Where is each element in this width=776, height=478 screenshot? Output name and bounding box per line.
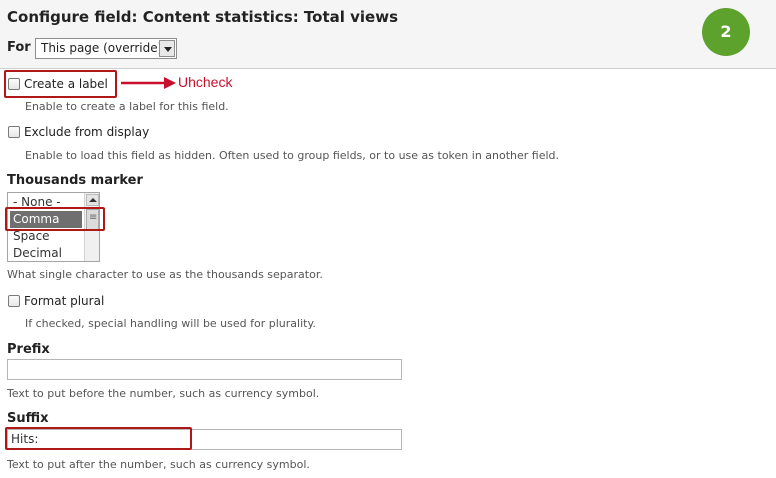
prefix-label: Prefix <box>7 342 50 357</box>
annotation-arrow-icon <box>121 77 176 89</box>
format-plural-label[interactable]: Format plural <box>24 294 104 308</box>
step-badge: 2 <box>702 8 750 56</box>
chevron-down-icon[interactable] <box>159 40 175 57</box>
highlight-comma-option <box>5 207 105 231</box>
thousands-label: Thousands marker <box>7 173 143 188</box>
exclude-description: Enable to load this field as hidden. Oft… <box>25 149 560 162</box>
format-plural-checkbox[interactable] <box>8 295 20 307</box>
thousands-option[interactable]: Decimal <box>10 245 82 261</box>
page-title: Configure field: Content statistics: Tot… <box>7 8 399 26</box>
highlight-create-label <box>4 70 117 98</box>
prefix-description: Text to put before the number, such as c… <box>7 387 320 400</box>
suffix-description: Text to put after the number, such as cu… <box>7 458 310 471</box>
highlight-suffix-input <box>5 427 192 450</box>
suffix-label: Suffix <box>7 411 49 426</box>
annotation-text: Uhcheck <box>178 74 233 90</box>
thousands-description: What single character to use as the thou… <box>7 268 323 281</box>
exclude-checkbox[interactable] <box>8 126 20 138</box>
scroll-up-icon[interactable] <box>86 194 99 206</box>
header-bar: Configure field: Content statistics: Tot… <box>0 0 776 69</box>
create-label-description: Enable to create a label for this field. <box>25 100 229 113</box>
exclude-label[interactable]: Exclude from display <box>24 125 149 139</box>
format-plural-description: If checked, special handling will be use… <box>25 317 316 330</box>
prefix-input[interactable] <box>7 359 402 380</box>
for-select-value: This page (override) <box>41 41 163 55</box>
for-select[interactable]: This page (override) <box>35 38 177 59</box>
for-label: For <box>7 40 31 55</box>
